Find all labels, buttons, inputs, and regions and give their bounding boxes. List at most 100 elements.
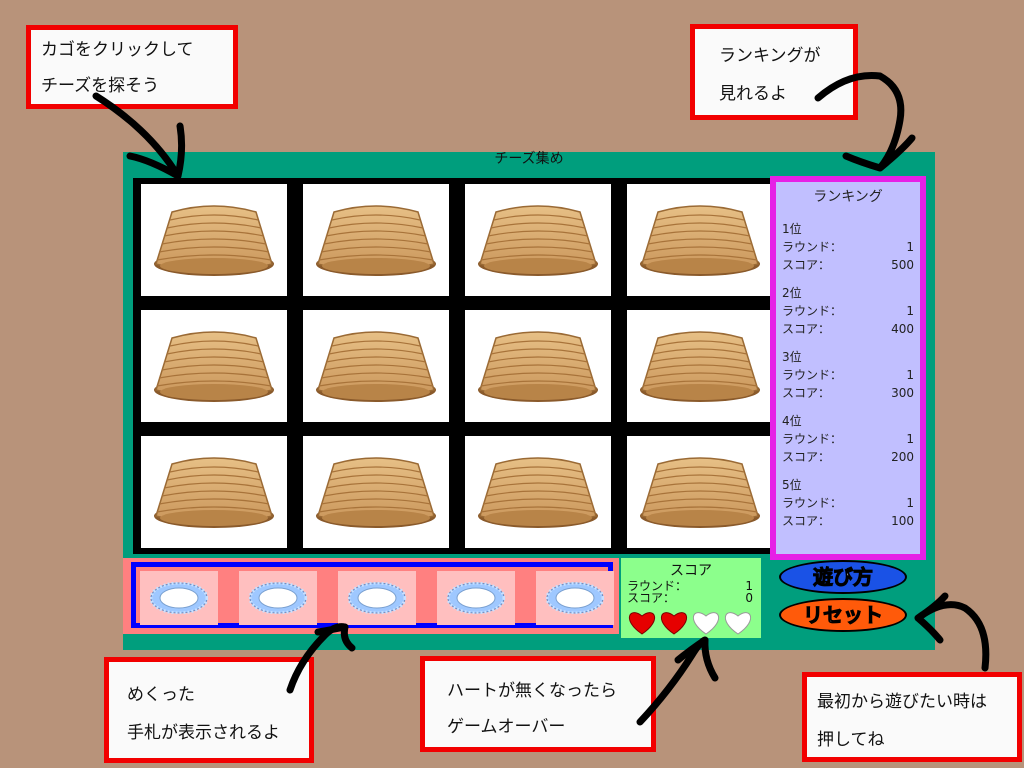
basket-icon[interactable] [303, 436, 449, 548]
rank-round-row: ラウンド： 1 [782, 494, 914, 512]
hand-hint-callout: めくった 手札が表示されるよ [104, 657, 314, 763]
basket-cell[interactable] [465, 310, 611, 422]
rank-score-row: スコア： 500 [782, 256, 914, 274]
ranking-entry: 3位 ラウンド： 1 スコア： 300 [782, 348, 914, 402]
rank-label: 3位 [782, 350, 802, 364]
callout-text: カゴをクリックして [41, 40, 194, 60]
basket-cell[interactable] [627, 184, 773, 296]
basket-cell[interactable] [465, 436, 611, 548]
rank-score-row: スコア： 300 [782, 384, 914, 402]
rank-round-label: ラウンド： [782, 368, 843, 382]
basket-icon[interactable] [303, 184, 449, 296]
rank-score-value: 300 [891, 386, 914, 400]
basket-cell[interactable] [141, 184, 287, 296]
rank-label: 4位 [782, 414, 802, 428]
rank-round-row: ラウンド： 1 [782, 430, 914, 448]
basket-icon[interactable] [465, 184, 611, 296]
basket-icon[interactable] [627, 310, 773, 422]
plate-icon [447, 582, 505, 614]
callout-text: 押してね [817, 730, 885, 750]
plate-icon [546, 582, 604, 614]
rank-round-value: 1 [906, 368, 914, 382]
basket-cell[interactable] [627, 310, 773, 422]
heart-full-icon [661, 612, 687, 635]
ranking-entry: 1位 ラウンド： 1 スコア： 500 [782, 220, 914, 274]
basket-cell[interactable] [627, 436, 773, 548]
rank-label: 2位 [782, 286, 802, 300]
reset-hint-callout: 最初から遊びたい時は 押してね [802, 672, 1022, 762]
rank-round-row: ラウンド： 1 [782, 238, 914, 256]
basket-icon[interactable] [141, 436, 287, 548]
basket-cell[interactable] [303, 436, 449, 548]
hand-card-slot [437, 571, 515, 625]
callout-text: ハートが無くなったら [447, 681, 617, 701]
plate-icon [348, 582, 406, 614]
ranking-title: ランキング [813, 189, 883, 205]
rank-score-row: スコア： 100 [782, 512, 914, 530]
hand-card-slot [239, 571, 317, 625]
rank-score-row: スコア： 400 [782, 320, 914, 338]
ranking-panel: ランキング 1位 ラウンド： 1 スコア： 500 2位 ラウンド： 1 スコア： 400… [770, 176, 926, 560]
hand-area [123, 558, 619, 634]
basket-icon[interactable] [627, 184, 773, 296]
rank-score-value: 500 [891, 258, 914, 272]
rank-score-value: 400 [891, 322, 914, 336]
heart-empty-icon [693, 612, 719, 635]
plate-icon [249, 582, 307, 614]
hand-card-slot [536, 571, 614, 625]
basket-hint-callout: カゴをクリックして チーズを探そう [26, 25, 238, 109]
rank-score-value: 200 [891, 450, 914, 464]
hand-card-slot [338, 571, 416, 625]
rank-round-label: ラウンド： [782, 432, 843, 446]
rank-round-row: ラウンド： 1 [782, 366, 914, 384]
score-title: スコア [670, 563, 712, 579]
score-panel: スコア ラウンド： 1 スコア： 0 [621, 558, 761, 638]
rank-score-row: スコア： 200 [782, 448, 914, 466]
rank-score-label: スコア： [782, 514, 831, 528]
basket-icon[interactable] [465, 436, 611, 548]
basket-cell[interactable] [141, 310, 287, 422]
rank-label: 1位 [782, 222, 802, 236]
rank-score-label: スコア： [782, 258, 831, 272]
callout-text: 手札が表示されるよ [127, 723, 280, 743]
score-row: スコア： 0 [621, 592, 761, 604]
ranking-hint-callout: ランキングが 見れるよ [690, 24, 858, 120]
basket-board [133, 178, 777, 554]
score-label: スコア： [627, 591, 676, 605]
basket-icon[interactable] [303, 310, 449, 422]
reset-button[interactable]: リセット [779, 598, 907, 632]
basket-icon[interactable] [141, 184, 287, 296]
basket-icon[interactable] [141, 310, 287, 422]
basket-cell[interactable] [465, 184, 611, 296]
rank-score-value: 100 [891, 514, 914, 528]
heart-hint-callout: ハートが無くなったら ゲームオーバー [420, 656, 656, 752]
game-title: チーズ集め [494, 151, 564, 167]
callout-text: 最初から遊びたい時は [817, 692, 987, 712]
ranking-entry: 2位 ラウンド： 1 スコア： 400 [782, 284, 914, 338]
hearts-row [627, 610, 753, 636]
rank-round-label: ラウンド： [782, 240, 843, 254]
rank-round-value: 1 [906, 496, 914, 510]
basket-icon[interactable] [465, 310, 611, 422]
score-value: 0 [745, 591, 753, 605]
ranking-entry: 4位 ラウンド： 1 スコア： 200 [782, 412, 914, 466]
basket-icon[interactable] [627, 436, 773, 548]
callout-text: 見れるよ [719, 84, 787, 104]
rank-round-value: 1 [906, 432, 914, 446]
basket-cell[interactable] [141, 436, 287, 548]
how-to-play-button[interactable]: 遊び方 [779, 560, 907, 594]
rank-round-label: ラウンド： [782, 304, 843, 318]
callout-text: チーズを探そう [41, 76, 160, 96]
game-panel: チーズ集め ランキング 1位 ラウンド： 1 スコア： 500 2位 ラウンド：… [123, 152, 935, 650]
rank-round-value: 1 [906, 240, 914, 254]
rank-round-row: ラウンド： 1 [782, 302, 914, 320]
hand-card-slot [140, 571, 218, 625]
rank-score-label: スコア： [782, 450, 831, 464]
heart-empty-icon [725, 612, 751, 635]
rank-round-label: ラウンド： [782, 496, 843, 510]
hand-cards [131, 562, 614, 628]
basket-cell[interactable] [303, 184, 449, 296]
rank-score-label: スコア： [782, 322, 831, 336]
rank-round-value: 1 [906, 304, 914, 318]
basket-cell[interactable] [303, 310, 449, 422]
